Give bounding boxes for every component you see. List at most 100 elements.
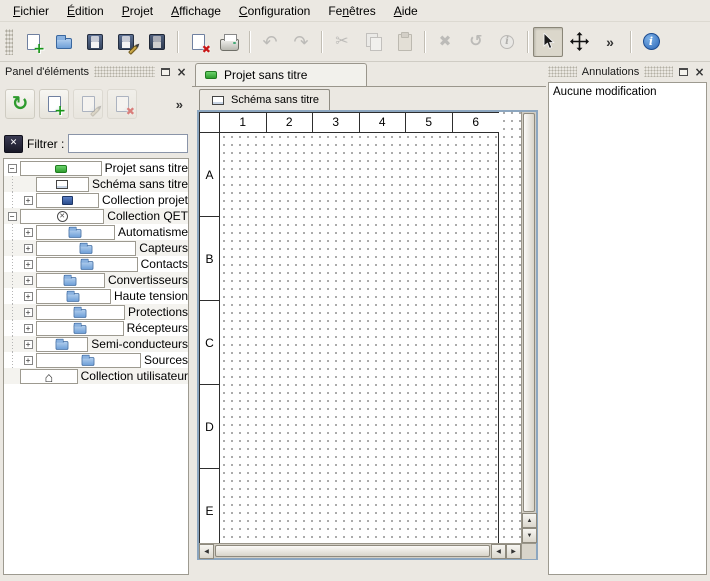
tree-expander[interactable]: + (20, 272, 36, 288)
redo-button[interactable]: ↷ (286, 27, 316, 57)
clear-filter-button[interactable]: ✕ (4, 135, 23, 153)
tree-item-collection-projet[interactable]: +Collection projet (4, 192, 188, 208)
v-scroll-track[interactable] (522, 112, 536, 513)
menu-item-aide[interactable]: Aide (385, 0, 427, 21)
scroll-up-button[interactable]: ▲ (522, 513, 537, 528)
vertical-scrollbar[interactable]: ▲ ▼ (521, 112, 536, 543)
horizontal-scrollbar[interactable]: ◀ ◀ ▶ (199, 543, 536, 558)
tree-item-projet-sans-titre[interactable]: −Projet sans titre (4, 160, 188, 176)
scroll-right-button[interactable]: ▶ (506, 544, 521, 559)
tree-expander[interactable]: + (20, 288, 36, 304)
edit-element-button[interactable] (73, 89, 103, 119)
h-scroll-thumb[interactable] (215, 545, 490, 557)
elements-panel-titlebar[interactable]: Panel d'éléments × (3, 63, 189, 80)
scroll-down-button[interactable]: ▼ (522, 528, 537, 543)
diagram-view: 123456 ABCDE ▲ ▼ ◀ (197, 110, 538, 560)
copy-button[interactable] (358, 27, 388, 57)
tree-item-convertisseurs[interactable]: +Convertisseurs (4, 272, 188, 288)
tree-item-haute-tension[interactable]: +Haute tension (4, 288, 188, 304)
undo-button[interactable]: ↶ (255, 27, 285, 57)
tree-expander[interactable]: + (20, 320, 36, 336)
undo-history-list[interactable]: Aucune modification (548, 82, 707, 575)
save-button[interactable] (80, 27, 110, 57)
tree-expander[interactable]: + (20, 304, 36, 320)
tree-item-label: Automatisme (115, 225, 188, 239)
tree-item-schema-sans-titre[interactable]: Schéma sans titre (4, 176, 188, 192)
dock-handle-texture (94, 66, 155, 77)
save-as-icon (114, 30, 138, 54)
menu-item-configuration[interactable]: Configuration (230, 0, 319, 21)
float-icon (677, 65, 690, 78)
tree-expander[interactable]: + (20, 192, 36, 208)
tree-item-semi-conducteurs[interactable]: +Semi-conducteurs (4, 336, 188, 352)
v-scroll-thumb[interactable] (523, 113, 535, 512)
tree-item-collection-qet[interactable]: −✕Collection QET (4, 208, 188, 224)
close-project-button[interactable]: ✖ (183, 27, 213, 57)
save-all-button[interactable] (142, 27, 172, 57)
mdi-area: Schéma sans titre 123456 ABCDE (192, 87, 546, 581)
rotate-button[interactable]: ↺ (461, 27, 491, 57)
tree-item-collection-utilisateur[interactable]: ⌂Collection utilisateur (4, 368, 188, 384)
tree-expander[interactable]: − (4, 160, 20, 176)
select-tool-button[interactable] (533, 27, 563, 57)
folder-icon (36, 289, 111, 304)
tree-expander[interactable]: + (20, 352, 36, 368)
tree-expander[interactable]: − (4, 208, 20, 224)
new-element-icon: + (42, 92, 66, 116)
folder-icon (36, 273, 105, 288)
tree-expander[interactable]: + (20, 336, 36, 352)
schema-tab-label: Schéma sans titre (231, 94, 319, 106)
menu-item-fenetres[interactable]: Fenêtres (319, 0, 384, 21)
tree-indent-guide (4, 192, 20, 208)
collection-project-icon (36, 193, 99, 208)
tree-item-contacts[interactable]: +Contacts (4, 256, 188, 272)
tree-item-sources[interactable]: +Sources (4, 352, 188, 368)
menu-item-affichage[interactable]: Affichage (162, 0, 230, 21)
scroll-left-button[interactable]: ◀ (199, 544, 214, 559)
tree-expander[interactable]: + (20, 240, 36, 256)
save-as-button[interactable] (111, 27, 141, 57)
reload-collections-button[interactable]: ↻ (5, 89, 35, 119)
tab-project[interactable]: Projet sans titre (195, 63, 367, 86)
new-element-button[interactable]: + (39, 89, 69, 119)
undo-panel-titlebar[interactable]: Annulations × (548, 63, 707, 80)
delete-element-button[interactable]: ✖ (107, 89, 137, 119)
tree-item-recepteurs[interactable]: +Récepteurs (4, 320, 188, 336)
canvas-row-headers: ABCDE (200, 133, 220, 543)
close-elements-panel-button[interactable]: × (174, 65, 189, 79)
tree-indent-guide (4, 240, 20, 256)
move-tool-button[interactable] (564, 27, 594, 57)
menu-item-edition[interactable]: Édition (58, 0, 113, 21)
cut-button[interactable]: ✂ (327, 27, 357, 57)
print-button[interactable] (214, 27, 244, 57)
toolbar-overflow-button[interactable]: » (595, 27, 625, 57)
new-project-button[interactable]: + (18, 27, 48, 57)
menu-item-projet[interactable]: Projet (113, 0, 162, 21)
delete-button[interactable]: ✖ (430, 27, 460, 57)
help-info-button[interactable]: i (636, 27, 666, 57)
toolbar-grip[interactable] (5, 29, 13, 55)
filter-label: Filtrer : (27, 137, 64, 151)
delete-icon: ✖ (433, 30, 457, 54)
tab-schema[interactable]: Schéma sans titre (199, 89, 330, 110)
diagram-info-button[interactable]: i (492, 27, 522, 57)
tree-spacer (4, 368, 20, 384)
tree-item-protections[interactable]: +Protections (4, 304, 188, 320)
diagram-icon (36, 177, 89, 192)
float-elements-panel-button[interactable] (158, 65, 173, 79)
menu-item-fichier[interactable]: Fichier (4, 0, 58, 21)
tree-item-capteurs[interactable]: +Capteurs (4, 240, 188, 256)
close-undo-panel-button[interactable]: × (692, 65, 707, 79)
tree-expander[interactable]: + (20, 256, 36, 272)
scroll-left-button-secondary[interactable]: ◀ (491, 544, 506, 559)
paste-button[interactable] (389, 27, 419, 57)
elements-toolbar-overflow[interactable]: » (172, 97, 187, 112)
filter-input[interactable] (68, 134, 188, 153)
h-scroll-track[interactable] (214, 544, 491, 558)
tree-item-automatisme[interactable]: + Automatisme (4, 224, 188, 240)
float-undo-panel-button[interactable] (676, 65, 691, 79)
diagram-canvas[interactable]: 123456 ABCDE (199, 112, 521, 543)
open-project-button[interactable] (49, 27, 79, 57)
new-document-icon: + (21, 30, 45, 54)
tree-expander[interactable]: + (20, 224, 36, 240)
